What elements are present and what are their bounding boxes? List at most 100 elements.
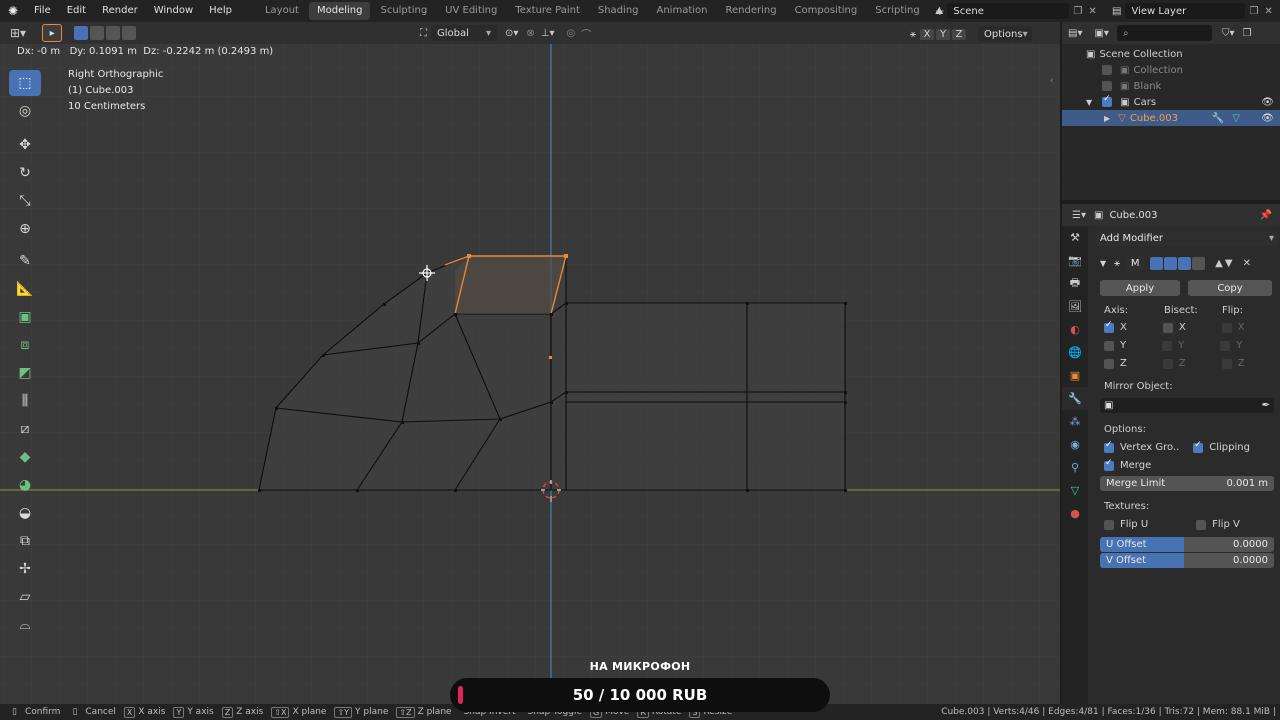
scene-icon[interactable]: ⛰ xyxy=(935,6,943,17)
delete-view-layer-icon[interactable]: ✕ xyxy=(1264,6,1272,17)
v-offset-field[interactable]: V Offset 0.0000 xyxy=(1100,553,1274,568)
rotate-tool-icon[interactable]: ↻ xyxy=(9,160,41,186)
axis-z-checkbox[interactable] xyxy=(1104,358,1114,369)
outliner-row-scene-collection[interactable]: ▣ Scene Collection xyxy=(1062,46,1280,62)
options-dropdown[interactable]: Options ▾ xyxy=(978,26,1032,42)
eye-icon[interactable]: 👁 xyxy=(1261,97,1274,108)
material-tab-icon[interactable]: ● xyxy=(1062,502,1088,525)
extrude-tool-icon[interactable]: ▣ xyxy=(9,304,41,330)
face-select-icon[interactable] xyxy=(106,26,121,40)
pivot-point-icon[interactable]: ⊙▾ xyxy=(505,28,518,39)
pin-icon[interactable]: 📌 xyxy=(1260,210,1272,221)
tab-texture-paint[interactable]: Texture Paint xyxy=(507,2,588,20)
tab-sculpting[interactable]: Sculpting xyxy=(372,2,435,20)
transform-orientation-dropdown[interactable]: Global ▾ xyxy=(431,25,497,41)
view-layer-selector[interactable]: View Layer xyxy=(1125,3,1246,19)
scale-tool-icon[interactable]: ⤡ xyxy=(9,188,41,214)
physics-tab-icon[interactable]: ◉ xyxy=(1062,433,1088,456)
shear-tool-icon[interactable]: ▱ xyxy=(9,584,41,610)
realtime-toggle-icon[interactable] xyxy=(1164,256,1178,270)
tab-shading[interactable]: Shading xyxy=(590,2,647,20)
bevel-tool-icon[interactable]: ◩ xyxy=(9,360,41,386)
apply-button[interactable]: Apply xyxy=(1100,280,1180,296)
outliner-row-collection[interactable]: ▣ Collection xyxy=(1062,62,1280,78)
constraints-tab-icon[interactable]: ⚲ xyxy=(1062,456,1088,479)
viewport-canvas[interactable] xyxy=(0,22,1060,704)
filter-icon[interactable]: ⛉▾ xyxy=(1222,28,1235,39)
snap-icon[interactable]: ⊗ xyxy=(526,28,534,39)
3d-viewport[interactable]: ⊞▾ ▸ Dx: -0 m Dy: 0.1091 m Dz: -0.2242 m… xyxy=(0,22,1060,704)
copy-button[interactable]: Copy xyxy=(1188,280,1272,296)
tab-compositing[interactable]: Compositing xyxy=(787,2,866,20)
vertex-groups-checkbox[interactable] xyxy=(1104,440,1114,453)
falloff-icon[interactable]: ⌒ xyxy=(581,26,591,41)
outliner-row-cars[interactable]: ▼ ▣ Cars 👁 xyxy=(1062,94,1280,110)
blender-logo-icon[interactable]: ✺ xyxy=(0,4,26,18)
merge-limit-field[interactable]: Merge Limit 0.001 m xyxy=(1100,476,1274,491)
move-down-icon[interactable]: ▼ xyxy=(1225,258,1233,269)
expand-arrow-icon[interactable]: ▼ xyxy=(1086,98,1092,107)
box-select-icon[interactable] xyxy=(122,26,137,40)
menu-render[interactable]: Render xyxy=(94,0,146,22)
spin-tool-icon[interactable]: ◕ xyxy=(9,472,41,498)
flip-u-checkbox[interactable] xyxy=(1104,519,1114,530)
modifier-name-field[interactable]: M xyxy=(1126,255,1145,271)
render-toggle-icon[interactable] xyxy=(1178,256,1192,270)
expand-arrow-icon[interactable]: ▶ xyxy=(1104,114,1110,123)
poly-build-tool-icon[interactable]: ◆ xyxy=(9,444,41,470)
flip-y-checkbox[interactable] xyxy=(1220,340,1231,351)
editor-type-icon[interactable]: ⊞▾ xyxy=(10,26,26,40)
merge-checkbox[interactable] xyxy=(1104,458,1114,471)
collapse-arrow-icon[interactable]: ▼ xyxy=(1100,259,1106,268)
data-tab-icon[interactable]: ▽ xyxy=(1062,479,1088,502)
editmode-toggle-icon[interactable] xyxy=(1150,256,1164,270)
flip-z-checkbox[interactable] xyxy=(1221,358,1232,369)
annotate-tool-icon[interactable]: ✎ xyxy=(9,248,41,274)
cage-toggle-icon[interactable] xyxy=(1192,256,1206,270)
vertex-select-icon[interactable] xyxy=(74,26,89,40)
knife-tool-icon[interactable]: ⧄ xyxy=(9,416,41,442)
eyedropper-icon[interactable]: ✒ xyxy=(1262,400,1270,411)
bisect-y-checkbox[interactable] xyxy=(1162,340,1173,351)
u-offset-field[interactable]: U Offset 0.0000 xyxy=(1100,537,1274,552)
loop-cut-tool-icon[interactable]: ⫼ xyxy=(9,388,41,414)
mirror-z-toggle[interactable]: Z xyxy=(952,28,966,40)
mesh-data-icon[interactable]: ▽ xyxy=(1232,113,1240,124)
select-mode-icon[interactable]: ▸ xyxy=(42,24,63,42)
snap-target-icon[interactable]: ⊥▾ xyxy=(541,28,555,39)
mirror-y-toggle[interactable]: Y xyxy=(936,28,950,40)
proportional-edit-icon[interactable]: ◎ xyxy=(567,28,576,39)
cursor-tool-icon[interactable]: ◎ xyxy=(9,98,41,124)
outliner-row-cube-003[interactable]: ▶ ▽ Cube.003 🔧 ▽ 👁 xyxy=(1062,110,1280,126)
menu-window[interactable]: Window xyxy=(146,0,201,22)
new-collection-icon[interactable]: ❐ xyxy=(1242,28,1251,39)
clipping-checkbox[interactable] xyxy=(1193,440,1204,453)
add-modifier-dropdown[interactable]: Add Modifier ▾ xyxy=(1096,231,1278,246)
view-layer-tab-icon[interactable]: 🖼 xyxy=(1062,295,1088,318)
flip-v-checkbox[interactable] xyxy=(1196,519,1207,530)
axis-x-checkbox[interactable] xyxy=(1104,320,1114,333)
mirror-object-field[interactable]: ▣ ✒ xyxy=(1100,398,1274,413)
new-scene-icon[interactable]: ❐ xyxy=(1073,6,1082,17)
outliner-search-input[interactable]: ⌕ xyxy=(1116,25,1212,41)
select-box-tool-icon[interactable]: ⬚ xyxy=(9,70,41,96)
menu-edit[interactable]: Edit xyxy=(59,0,94,22)
orientation-icon[interactable]: ⛶ xyxy=(420,28,427,39)
exclude-checkbox[interactable] xyxy=(1102,94,1113,107)
modifier-wrench-icon[interactable]: 🔧 xyxy=(1212,113,1224,124)
tool-tab-icon[interactable]: ⚒ xyxy=(1062,226,1088,249)
flip-x-checkbox[interactable] xyxy=(1221,322,1232,333)
move-up-icon[interactable]: ▲ xyxy=(1215,258,1223,269)
transform-tool-icon[interactable]: ⊕ xyxy=(9,216,41,242)
tab-layout[interactable]: Layout xyxy=(257,2,307,20)
world-tab-icon[interactable]: 🌐 xyxy=(1062,341,1088,364)
properties-editor-icon[interactable]: ☰▾ xyxy=(1072,210,1086,221)
new-view-layer-icon[interactable]: ❐ xyxy=(1249,6,1258,17)
menu-help[interactable]: Help xyxy=(201,0,240,22)
mirror-axis-icon[interactable]: ⚹ xyxy=(910,29,916,40)
axis-y-checkbox[interactable] xyxy=(1104,340,1114,351)
outliner-editor-icon[interactable]: ▤▾ xyxy=(1068,28,1082,39)
outliner-row-blank[interactable]: ▣ Blank xyxy=(1062,78,1280,94)
bisect-x-checkbox[interactable] xyxy=(1162,322,1173,333)
particles-tab-icon[interactable]: ⁂ xyxy=(1062,410,1088,433)
